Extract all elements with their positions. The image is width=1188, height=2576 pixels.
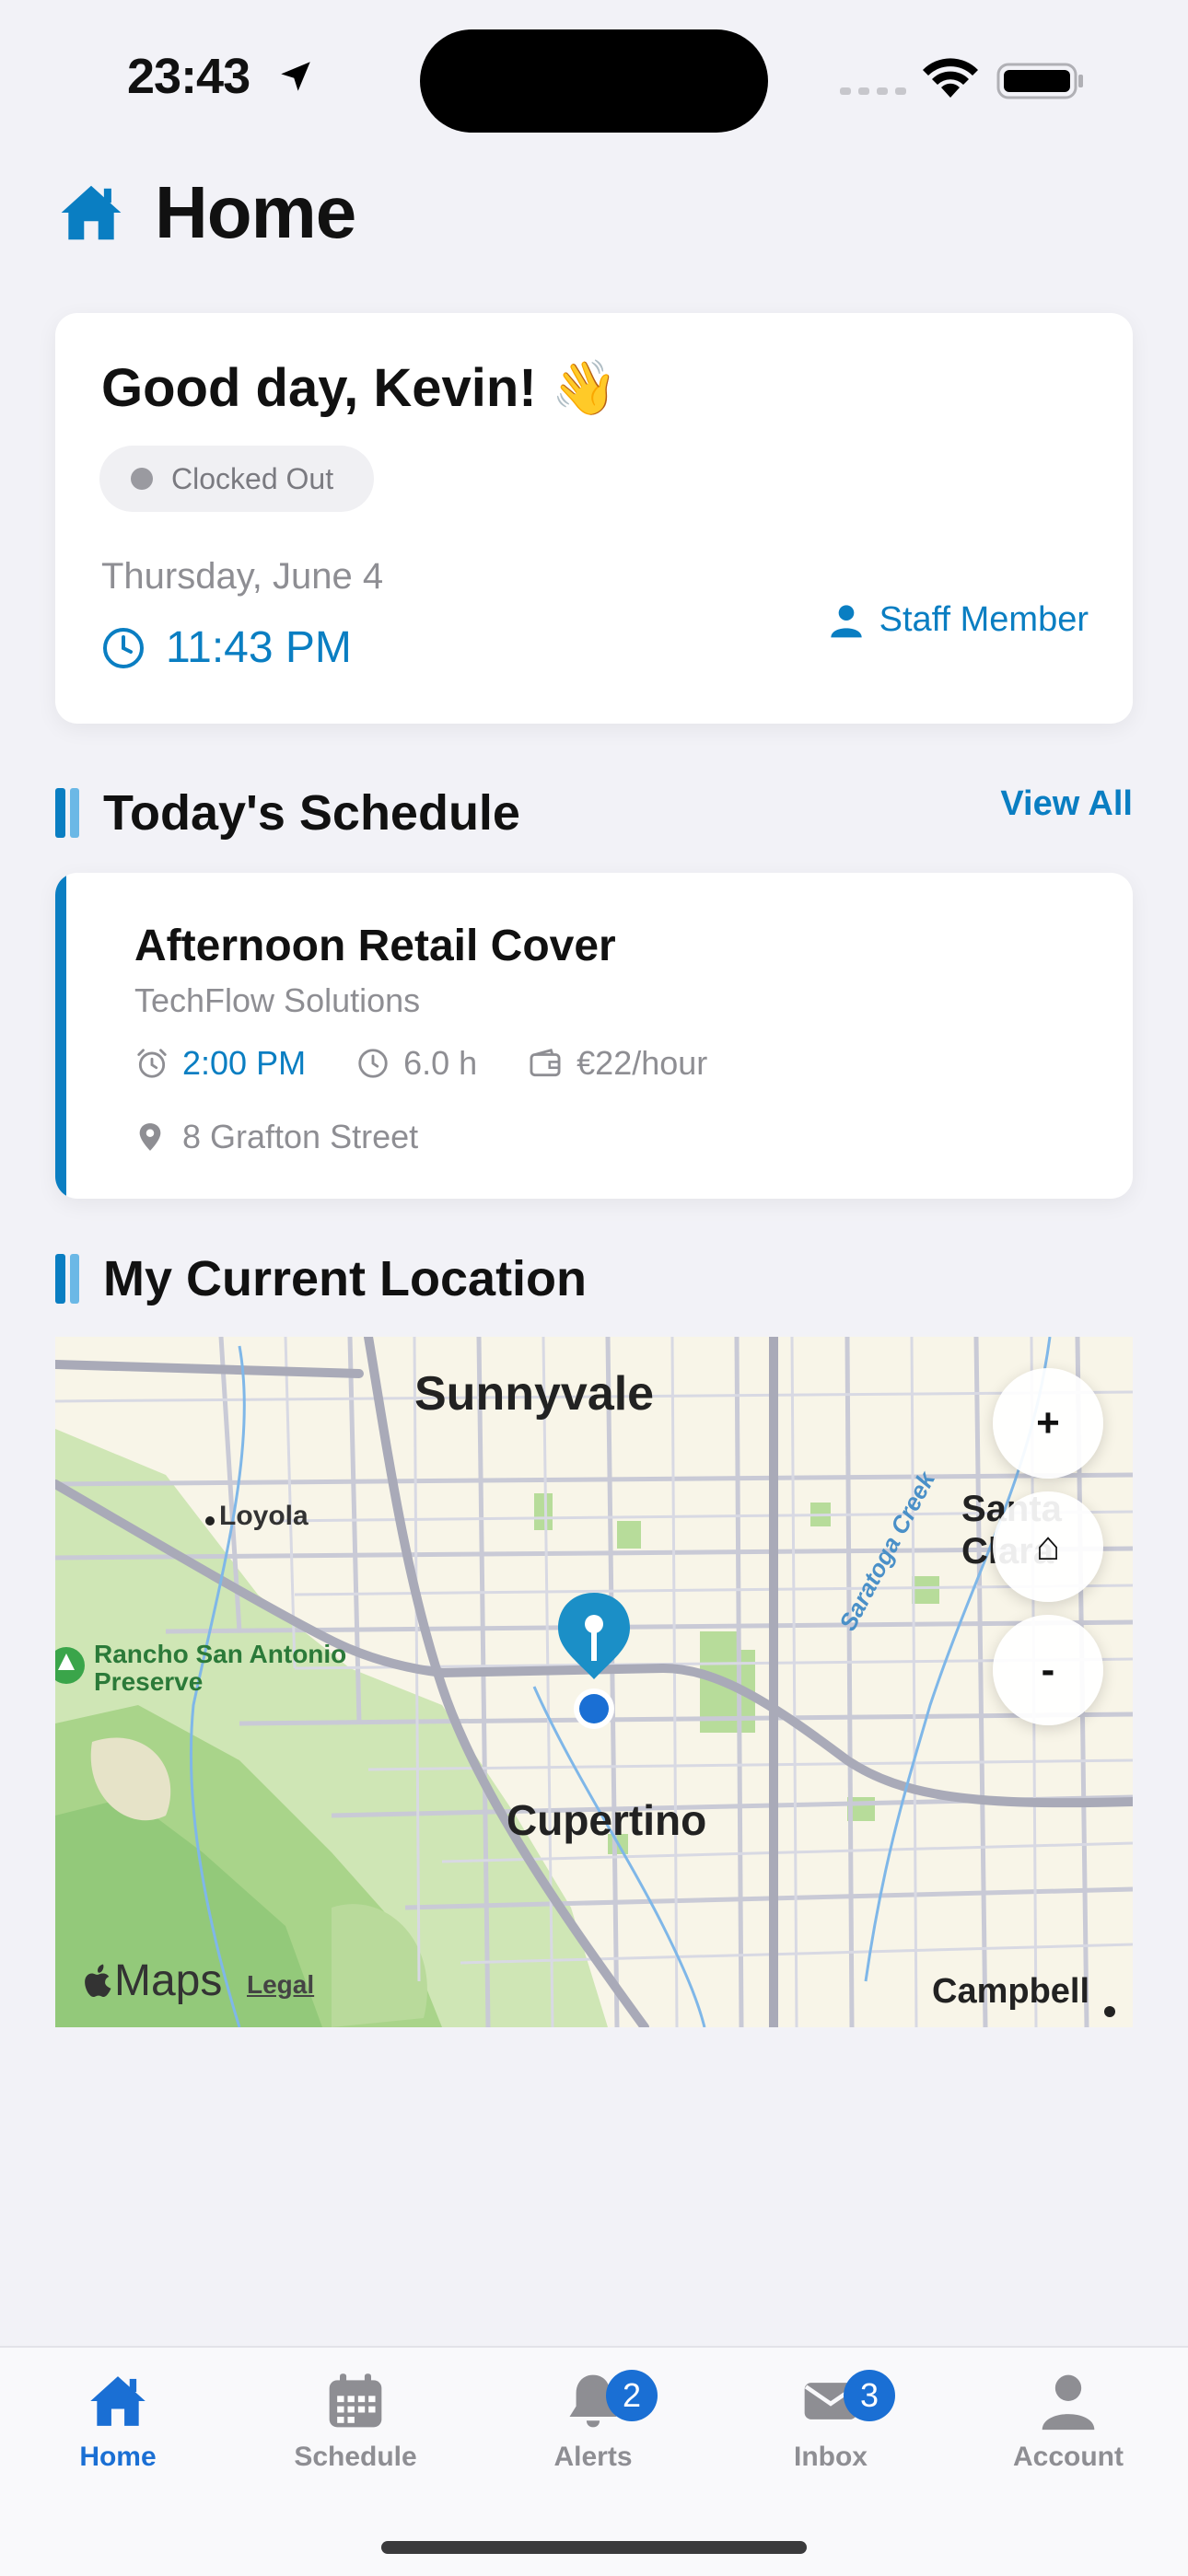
- location-section-title: My Current Location: [103, 1251, 588, 1306]
- map-label-cupertino: Cupertino: [507, 1796, 707, 1844]
- maps-label: Maps: [114, 1956, 223, 2005]
- dynamic-island: [420, 29, 768, 133]
- status-time: 23:43: [127, 49, 250, 104]
- shift-rate-value: €22/hour: [577, 1044, 708, 1082]
- apple-logo-icon: [85, 1964, 111, 1997]
- inbox-badge: 3: [844, 2370, 895, 2421]
- map-label-campbell: Campbell: [932, 1972, 1090, 2011]
- shift-rate: €22/hour: [527, 1044, 707, 1083]
- view-all-link[interactable]: View All: [1000, 784, 1133, 824]
- location-map[interactable]: Sunnyvale Loyola Santa Clara Rancho San …: [55, 1337, 1133, 2027]
- section-marker: [55, 1254, 79, 1304]
- tab-alerts[interactable]: 2 Alerts: [510, 2370, 676, 2473]
- battery-icon: [996, 63, 1083, 99]
- wallet-icon: [530, 1049, 561, 1077]
- status-bar: 23:43: [0, 0, 1188, 157]
- shift-address-text: 8 Grafton Street: [182, 1118, 419, 1155]
- page-title: Home: [155, 171, 356, 253]
- schedule-section-title: Today's Schedule: [103, 785, 520, 841]
- tab-label: Inbox: [794, 2442, 868, 2472]
- tab-label: Account: [1013, 2442, 1124, 2472]
- alarm-clock-icon: [137, 1049, 167, 1078]
- recenter-home-button[interactable]: ⌂: [993, 1491, 1103, 1602]
- person-icon: [830, 604, 862, 637]
- shift-accent-bar: [55, 873, 66, 1199]
- legal-link[interactable]: Legal: [247, 1970, 314, 2000]
- current-time-row: 11:43 PM: [101, 622, 352, 673]
- section-marker: [55, 788, 79, 838]
- tab-label: Schedule: [294, 2442, 417, 2472]
- map-label-rancho-preserve: Rancho San Antonio Preserve: [94, 1640, 347, 1696]
- tab-inbox[interactable]: 3 Inbox: [748, 2370, 914, 2473]
- role-label: Staff Member: [828, 600, 1089, 640]
- house-icon: [90, 2376, 146, 2426]
- tab-label: Alerts: [553, 2442, 633, 2472]
- shift-title: Afternoon Retail Cover: [134, 922, 616, 970]
- page-header: Home: [55, 171, 356, 254]
- cellular-signal-icon: [840, 87, 906, 95]
- house-icon: [61, 185, 122, 240]
- tab-schedule[interactable]: Schedule: [273, 2370, 438, 2473]
- location-arrow-icon: [281, 62, 310, 91]
- tab-home[interactable]: Home: [35, 2370, 201, 2473]
- tab-label: Home: [79, 2442, 157, 2472]
- shift-card[interactable]: Afternoon Retail Cover TechFlow Solution…: [55, 873, 1133, 1199]
- shift-company: TechFlow Solutions: [134, 981, 421, 1019]
- map-pin-icon: [139, 1123, 161, 1151]
- shift-duration: 6.0 h: [355, 1044, 477, 1083]
- shift-start: 2:00 PM: [134, 1044, 306, 1083]
- zoom-in-button[interactable]: +: [993, 1368, 1103, 1479]
- schedule-section-header: Today's Schedule: [55, 784, 520, 841]
- shift-address: 8 Grafton Street: [134, 1118, 418, 1156]
- shift-start-time: 2:00 PM: [182, 1044, 307, 1082]
- wifi-icon: [923, 58, 978, 98]
- location-section-header: My Current Location: [55, 1250, 587, 1307]
- shift-duration-value: 6.0 h: [403, 1044, 478, 1082]
- map-label-loyola: Loyola: [219, 1501, 309, 1531]
- shift-meta: 2:00 PM 6.0 h €22/hour: [134, 1044, 757, 1083]
- current-location-pin-icon: [558, 1593, 630, 1729]
- status-dot-icon: [131, 468, 153, 490]
- zoom-out-button[interactable]: -: [993, 1615, 1103, 1725]
- calendar-icon: [329, 2373, 382, 2428]
- maps-attribution: Maps: [83, 1955, 222, 2006]
- clock-status-badge: Clocked Out: [99, 446, 375, 512]
- tab-account[interactable]: Account: [985, 2370, 1151, 2473]
- greeting-text: Good day, Kevin! 👋: [101, 358, 618, 418]
- clock-status-label: Clocked Out: [171, 461, 334, 495]
- home-indicator: [381, 2541, 807, 2554]
- clock-icon: [358, 1049, 388, 1078]
- alerts-badge: 2: [606, 2370, 658, 2421]
- role-text: Staff Member: [879, 600, 1089, 639]
- current-date: Thursday, June 4: [101, 556, 384, 597]
- person-icon: [1042, 2374, 1095, 2431]
- map-label-sunnyvale: Sunnyvale: [414, 1367, 655, 1421]
- clock-icon: [103, 627, 144, 668]
- current-time: 11:43 PM: [166, 623, 352, 672]
- greeting-card: Good day, Kevin! 👋 Clocked Out Thursday,…: [55, 313, 1133, 724]
